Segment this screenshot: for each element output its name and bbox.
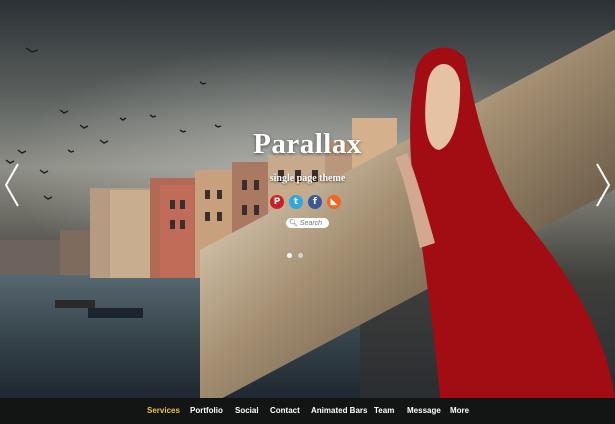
hero-slider: Parallax single page theme P t f ◣ 🔍︎ bbox=[0, 0, 615, 398]
twitter-icon[interactable]: t bbox=[289, 195, 303, 209]
nav-item-more[interactable]: More bbox=[450, 406, 469, 415]
facebook-icon[interactable]: f bbox=[308, 195, 322, 209]
search-icon[interactable]: 🔍︎ bbox=[289, 219, 298, 227]
slider-pagination bbox=[287, 253, 303, 258]
chevron-left-icon[interactable] bbox=[2, 160, 22, 210]
slider-dot[interactable] bbox=[298, 253, 303, 258]
social-links: P t f ◣ bbox=[270, 195, 341, 209]
nav-item-services[interactable]: Services bbox=[147, 406, 180, 415]
nav-item-contact[interactable]: Contact bbox=[270, 406, 300, 415]
search-box: 🔍︎ bbox=[286, 218, 330, 228]
nav-item-portfolio[interactable]: Portfolio bbox=[190, 406, 223, 415]
hero-title: Parallax bbox=[253, 128, 362, 160]
slider-dot[interactable] bbox=[287, 253, 292, 258]
nav-item-message[interactable]: Message bbox=[407, 406, 441, 415]
rss-icon[interactable]: ◣ bbox=[327, 195, 341, 209]
search-input[interactable] bbox=[299, 219, 330, 227]
pinterest-icon[interactable]: P bbox=[270, 195, 284, 209]
main-navigation: Services Portfolio Social Contact Animat… bbox=[0, 398, 615, 424]
nav-item-animated-bars[interactable]: Animated Bars bbox=[311, 406, 367, 415]
nav-item-team[interactable]: Team bbox=[374, 406, 394, 415]
chevron-right-icon[interactable] bbox=[593, 160, 613, 210]
hero-subtitle: single page theme bbox=[269, 173, 346, 184]
nav-item-social[interactable]: Social bbox=[235, 406, 259, 415]
woman-in-red-cloak bbox=[395, 47, 615, 398]
